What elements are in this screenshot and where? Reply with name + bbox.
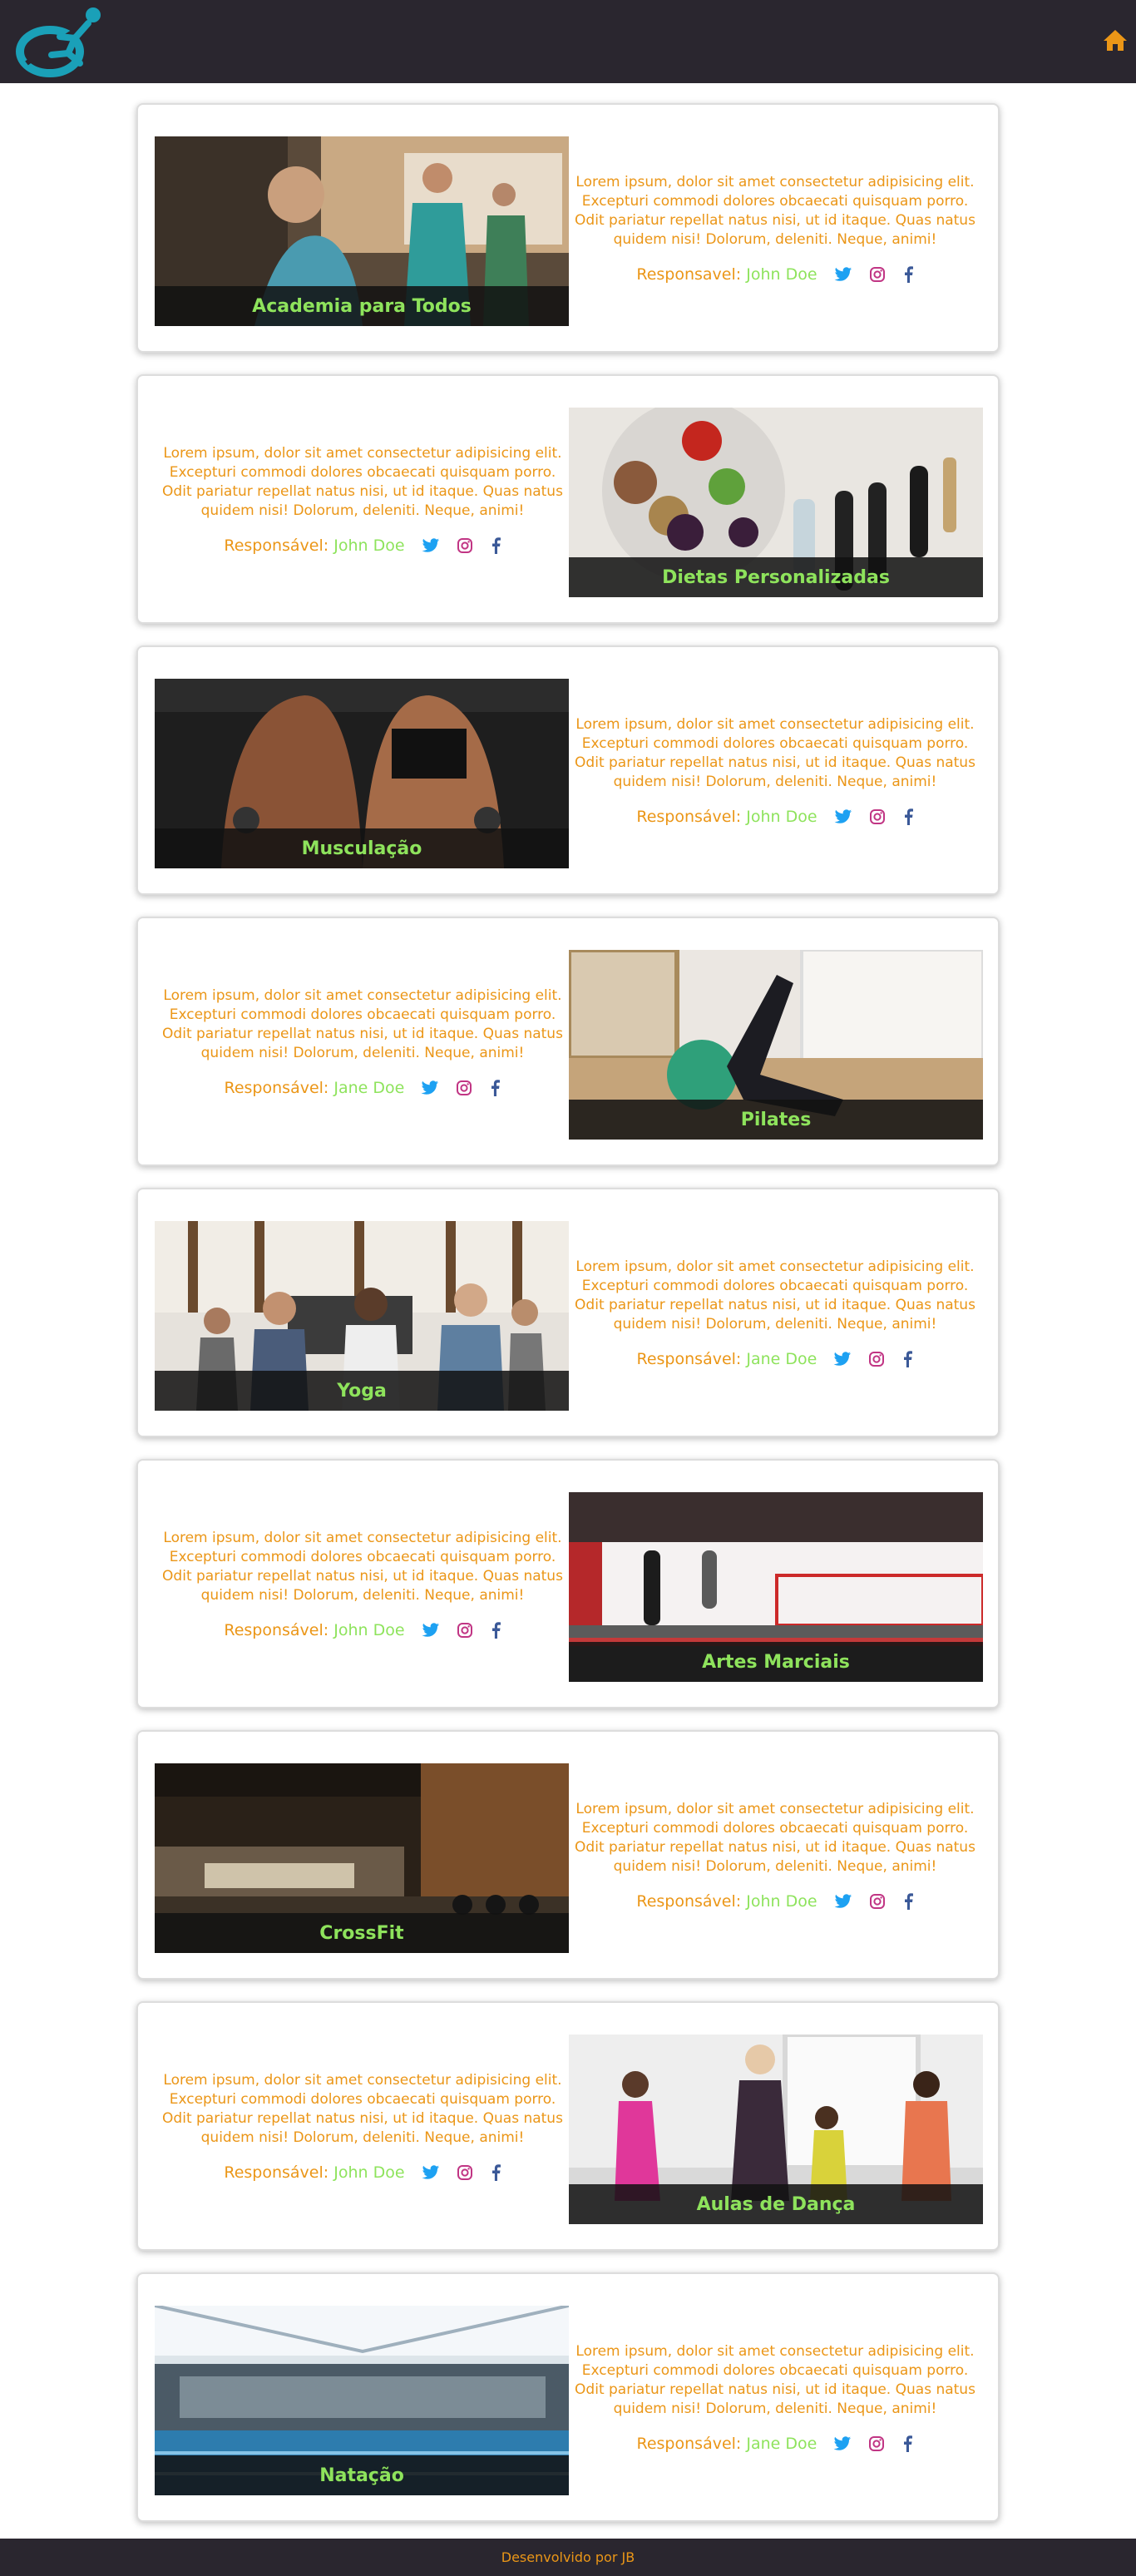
instagram-icon[interactable] — [456, 1080, 472, 1096]
card-title: CrossFit — [155, 1913, 569, 1953]
footer-author: JB — [621, 2549, 635, 2565]
responsible-name: John Doe — [746, 265, 817, 284]
card-description: Lorem ipsum, dolor sit amet consectetur … — [162, 987, 563, 1061]
responsible-label: Responsável: — [636, 2435, 742, 2453]
home-icon[interactable] — [1103, 28, 1128, 52]
facebook-icon[interactable] — [901, 2435, 913, 2452]
card-description: Lorem ipsum, dolor sit amet consectetur … — [575, 2343, 975, 2417]
instagram-icon[interactable] — [869, 808, 886, 825]
service-card: Musculação Lorem ipsum, dolor sit amet c… — [136, 645, 1000, 895]
card-image[interactable]: CrossFit — [155, 1763, 569, 1953]
twitter-icon[interactable] — [422, 537, 440, 554]
service-card: Lorem ipsum, dolor sit amet consectetur … — [136, 1459, 1000, 1708]
instagram-icon[interactable] — [868, 1351, 885, 1367]
card-description: Lorem ipsum, dolor sit amet consectetur … — [162, 2072, 563, 2146]
service-card: Yoga Lorem ipsum, dolor sit amet consect… — [136, 1188, 1000, 1437]
responsible-name: John Doe — [333, 1621, 405, 1639]
card-responsible: Responsável: Jane Doe — [570, 2434, 980, 2454]
responsible-label: Responsável: — [224, 536, 329, 555]
card-title: Musculação — [155, 828, 569, 868]
responsible-label: Responsável: — [224, 1079, 329, 1097]
card-title: Pilates — [569, 1100, 983, 1140]
card-responsible: Responsável: John Doe — [570, 1891, 980, 1911]
instagram-icon[interactable] — [457, 2164, 473, 2181]
card-description: Lorem ipsum, dolor sit amet consectetur … — [162, 445, 563, 519]
responsible-name: Jane Doe — [746, 1350, 817, 1368]
instagram-icon[interactable] — [868, 2435, 885, 2452]
instagram-icon[interactable] — [869, 266, 886, 283]
card-image[interactable]: Yoga — [155, 1221, 569, 1411]
twitter-icon[interactable] — [422, 2164, 440, 2181]
service-card: Lorem ipsum, dolor sit amet consectetur … — [136, 917, 1000, 1166]
card-description: Lorem ipsum, dolor sit amet consectetur … — [575, 174, 975, 248]
responsible-label: Responsável: — [636, 1350, 742, 1368]
responsible-label: Responsavel: — [636, 265, 742, 284]
twitter-icon[interactable] — [421, 1080, 439, 1096]
card-responsible: Responsável: John Doe — [158, 2163, 567, 2183]
responsible-label: Responsável: — [224, 1621, 329, 1639]
responsible-name: Jane Doe — [333, 1079, 405, 1097]
responsible-name: John Doe — [746, 808, 817, 826]
twitter-icon[interactable] — [422, 1622, 440, 1639]
service-card: Lorem ipsum, dolor sit amet consectetur … — [136, 2001, 1000, 2251]
twitter-icon[interactable] — [834, 1893, 852, 1910]
responsible-label: Responsável: — [224, 2163, 329, 2182]
twitter-icon[interactable] — [834, 808, 852, 825]
card-responsible: Responsável: Jane Doe — [570, 1349, 980, 1369]
card-image[interactable]: Musculação — [155, 679, 569, 868]
facebook-icon[interactable] — [902, 266, 914, 283]
card-title: Aulas de Dança — [569, 2184, 983, 2224]
card-title: Yoga — [155, 1371, 569, 1411]
page-footer: Desenvolvido por JB — [0, 2539, 1136, 2576]
card-title: Academia para Todos — [155, 286, 569, 326]
instagram-icon[interactable] — [457, 537, 473, 554]
facebook-icon[interactable] — [490, 1622, 501, 1639]
card-description: Lorem ipsum, dolor sit amet consectetur … — [575, 1801, 975, 1875]
card-title: Artes Marciais — [569, 1642, 983, 1682]
twitter-icon[interactable] — [833, 2435, 852, 2452]
card-description: Lorem ipsum, dolor sit amet consectetur … — [575, 716, 975, 790]
twitter-icon[interactable] — [834, 266, 852, 283]
facebook-icon[interactable] — [902, 808, 914, 825]
facebook-icon[interactable] — [902, 1893, 914, 1910]
card-responsible: Responsável: John Doe — [158, 536, 567, 556]
card-image[interactable]: Pilates — [569, 950, 983, 1140]
card-image[interactable]: Academia para Todos — [155, 136, 569, 326]
responsible-name: John Doe — [746, 1892, 817, 1911]
card-responsible: Responsável: John Doe — [158, 1620, 567, 1640]
responsible-name: John Doe — [333, 2163, 405, 2182]
responsible-name: John Doe — [333, 536, 405, 555]
card-description: Lorem ipsum, dolor sit amet consectetur … — [162, 1530, 563, 1604]
instagram-icon[interactable] — [457, 1622, 473, 1639]
responsible-label: Responsável: — [636, 808, 742, 826]
service-card: CrossFit Lorem ipsum, dolor sit amet con… — [136, 1730, 1000, 1980]
card-image[interactable]: Artes Marciais — [569, 1492, 983, 1682]
card-responsible: Responsável: John Doe — [570, 807, 980, 827]
card-responsible: Responsavel: John Doe — [570, 265, 980, 284]
service-card: Academia para Todos Lorem ipsum, dolor s… — [136, 103, 1000, 353]
responsible-label: Responsável: — [636, 1892, 742, 1911]
card-responsible: Responsável: Jane Doe — [158, 1078, 567, 1098]
instagram-icon[interactable] — [869, 1893, 886, 1910]
top-navbar — [0, 0, 1136, 83]
service-card: Natação Lorem ipsum, dolor sit amet cons… — [136, 2272, 1000, 2522]
facebook-icon[interactable] — [901, 1351, 913, 1367]
footer-text: Desenvolvido por — [501, 2549, 618, 2565]
facebook-icon[interactable] — [490, 2164, 501, 2181]
card-image[interactable]: Dietas Personalizadas — [569, 408, 983, 597]
card-description: Lorem ipsum, dolor sit amet consectetur … — [575, 1258, 975, 1332]
responsible-name: Jane Doe — [746, 2435, 817, 2453]
card-title: Natação — [155, 2455, 569, 2495]
facebook-icon[interactable] — [489, 1080, 501, 1096]
facebook-icon[interactable] — [490, 537, 501, 554]
service-card: Lorem ipsum, dolor sit amet consectetur … — [136, 374, 1000, 624]
runner-logo-icon[interactable] — [10, 5, 108, 78]
card-image[interactable]: Aulas de Dança — [569, 2035, 983, 2224]
card-image[interactable]: Natação — [155, 2306, 569, 2495]
twitter-icon[interactable] — [833, 1351, 852, 1367]
card-title: Dietas Personalizadas — [569, 557, 983, 597]
